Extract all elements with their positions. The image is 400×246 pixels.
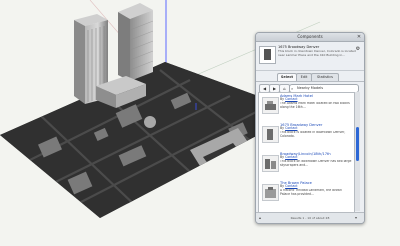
list-item[interactable]: Broadway/Lincoln/18th/17th By Contact Th…	[259, 151, 354, 180]
list-item[interactable]: Adams Mark Hotel By Contact The Adams Ma…	[259, 93, 354, 122]
model-title: 1675 Broadway Denver	[278, 45, 320, 49]
search-icon: ⌕	[291, 86, 294, 91]
scrollbar-thumb[interactable]	[356, 127, 359, 161]
tab-statistics[interactable]: Statistics	[311, 73, 339, 81]
close-icon[interactable]: ✕	[356, 34, 362, 40]
model-thumbnail	[259, 46, 276, 64]
panel-footer: ▴ Results 1 - 10 of about 28 ▾	[256, 212, 364, 223]
result-thumbnail	[262, 97, 279, 114]
settings-icon[interactable]: ⚙	[355, 46, 361, 52]
search-input[interactable]	[297, 85, 355, 92]
results-count: Results 1 - 10 of about 28	[290, 216, 330, 220]
panel-tabs: Select Edit Statistics	[256, 71, 364, 82]
list-item[interactable]: The Brown Palace By Contact A historic T…	[259, 180, 354, 209]
result-author-link[interactable]: Contact	[285, 184, 297, 188]
result-thumbnail	[262, 184, 279, 201]
panel-title: Components	[297, 34, 323, 39]
model-info: 1675 Broadway Denver This block in downt…	[256, 42, 364, 71]
tab-select[interactable]: Select	[277, 73, 297, 81]
components-panel: Components ✕ 1675 Broadway Denver This b…	[255, 32, 365, 224]
list-item[interactable]: 1675 Broadway Denver By Contact This blo…	[259, 122, 354, 151]
result-thumbnail	[262, 155, 279, 172]
results-list: Adams Mark Hotel By Contact The Adams Ma…	[258, 92, 355, 213]
result-author-link[interactable]: Contact	[285, 155, 297, 159]
tab-edit[interactable]: Edit	[296, 73, 312, 81]
result-description: A historic Trinidad Landmark, the Brown …	[280, 189, 342, 196]
result-description: This block is located in downtown Denver…	[280, 131, 346, 138]
building-tower-right	[118, 3, 154, 81]
panel-titlebar[interactable]: Components ✕	[256, 33, 364, 42]
results-scrollbar[interactable]	[354, 92, 360, 211]
model-description: This block in downtown Denver, Colorado …	[278, 50, 356, 57]
scroll-down-icon[interactable]: ▾	[355, 215, 361, 221]
result-description: This block on downtown Denver has two la…	[280, 160, 352, 167]
result-description: The Adams Mark Hotel located on two bloc…	[280, 102, 350, 109]
result-author-link[interactable]: Contact	[285, 97, 297, 101]
result-thumbnail	[262, 126, 279, 143]
result-author-link[interactable]: Contact	[285, 126, 297, 130]
